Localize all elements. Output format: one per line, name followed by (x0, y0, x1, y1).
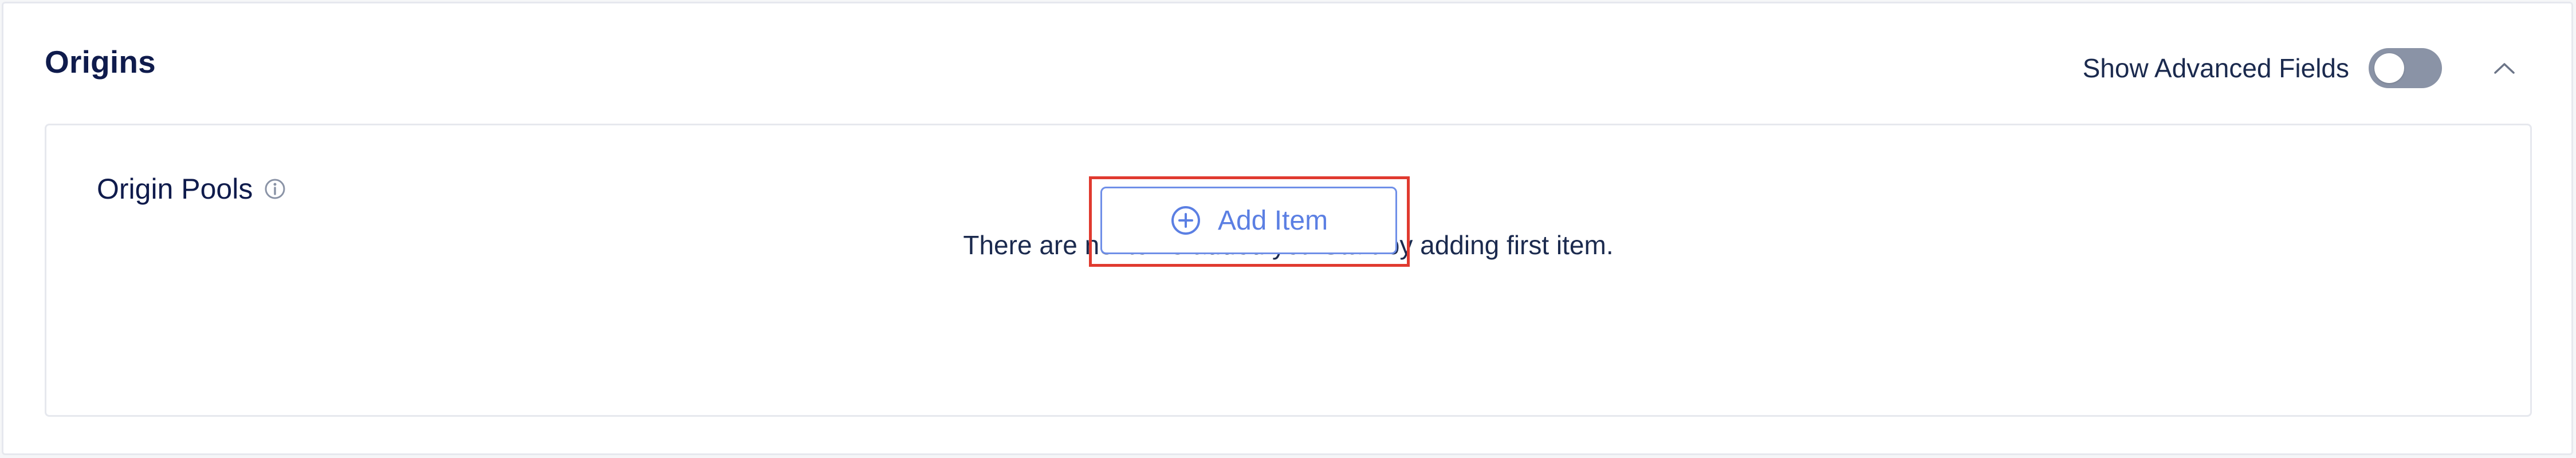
origin-pools-card: Origin Pools There are no items added ye… (45, 124, 2532, 417)
advanced-fields-label: Show Advanced Fields (2082, 53, 2349, 83)
chevron-up-icon (2494, 63, 2515, 74)
panel-title: Origins (45, 44, 156, 80)
collapse-button[interactable] (2484, 48, 2524, 88)
advanced-fields-toggle[interactable] (2369, 48, 2442, 88)
add-item-button[interactable]: Add Item (1100, 187, 1397, 254)
add-item-label: Add Item (1217, 205, 1328, 236)
toggle-knob (2374, 53, 2404, 83)
origin-pools-label: Origin Pools (97, 173, 253, 205)
advanced-fields-control: Show Advanced Fields (2083, 48, 2524, 88)
origin-pools-header: Origin Pools (97, 172, 286, 206)
info-icon[interactable] (264, 178, 286, 200)
origins-panel: Origins Show Advanced Fields Origin Pool… (2, 2, 2573, 455)
plus-circle-icon (1170, 204, 1202, 236)
